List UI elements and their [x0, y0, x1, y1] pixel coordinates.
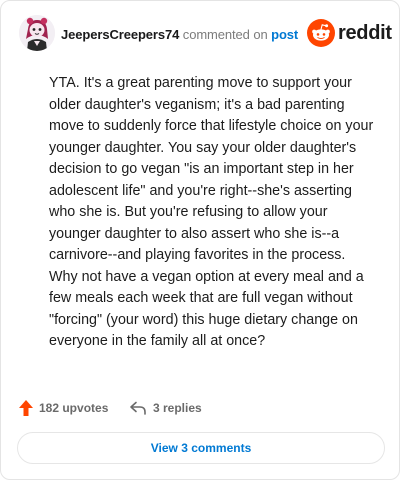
- upvote-count: 182 upvotes: [39, 401, 109, 415]
- commented-on-text: commented on: [182, 27, 268, 42]
- comment-body: YTA. It's a great parenting move to supp…: [49, 75, 374, 349]
- reddit-logo-icon: [307, 19, 335, 47]
- upvote-arrow-icon: [19, 400, 33, 416]
- comment-footer: 182 upvotes 3 replies: [19, 397, 379, 419]
- avatar-illustration: [19, 15, 55, 51]
- replies-button[interactable]: 3 replies: [129, 397, 202, 419]
- brand-name: reddit: [338, 22, 392, 44]
- view-comments-button[interactable]: View 3 comments: [17, 432, 385, 464]
- comment-byline: JeepersCreepers74 commented on post: [61, 27, 298, 42]
- upvote-button[interactable]: 182 upvotes: [19, 397, 108, 419]
- post-link[interactable]: post: [271, 27, 298, 42]
- avatar[interactable]: [19, 15, 55, 51]
- username[interactable]: JeepersCreepers74: [61, 27, 179, 42]
- replies-count: 3 replies: [153, 401, 202, 415]
- reddit-brand[interactable]: reddit: [307, 19, 392, 47]
- comment-card: JeepersCreepers74 commented on post redd…: [0, 0, 400, 480]
- comment-header: JeepersCreepers74 commented on post redd…: [17, 13, 392, 57]
- reply-icon: [130, 401, 146, 415]
